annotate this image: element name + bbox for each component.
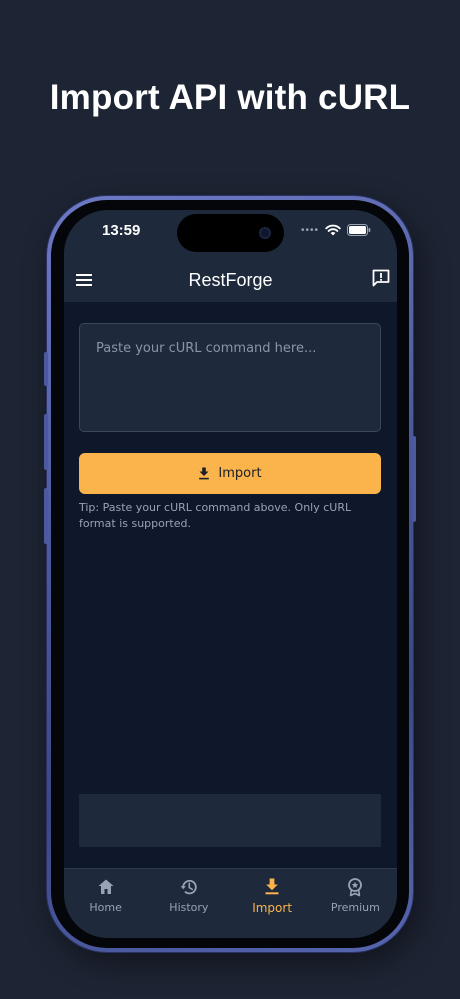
curl-input[interactable]: [79, 323, 381, 432]
signal-dots: ••••: [300, 224, 319, 236]
nav-item-premium[interactable]: Premium: [314, 869, 397, 938]
headline: Import API with cURL: [49, 78, 411, 117]
phone-screen: 13:59 •••• RestForge Paste your cURL com…: [64, 210, 397, 938]
silent-switch: [44, 352, 48, 386]
status-bar: 13:59 ••••: [64, 210, 397, 260]
import-button-label: Import: [218, 466, 262, 481]
nav-label-home: Home: [89, 901, 122, 914]
nav-item-history[interactable]: History: [147, 869, 230, 938]
power-button: [412, 436, 416, 522]
download-icon: [199, 467, 210, 480]
front-camera: [259, 227, 271, 239]
wifi-icon: [325, 224, 341, 236]
nav-label-history: History: [169, 901, 209, 914]
history-icon: [180, 879, 197, 895]
bottom-nav: Home History Import Premium: [64, 868, 397, 938]
battery-icon: [347, 224, 371, 236]
volume-down-button: [44, 488, 48, 544]
nav-label-premium: Premium: [330, 901, 380, 914]
app-title: RestForge: [188, 270, 273, 290]
ad-placeholder: [79, 794, 381, 847]
volume-up-button: [44, 414, 48, 470]
nav-item-import[interactable]: Import: [231, 869, 314, 938]
tip-text: Tip: Paste your cURL command above. Only…: [79, 501, 352, 530]
status-time: 13:59: [102, 222, 141, 239]
feedback-icon[interactable]: [371, 268, 391, 288]
premium-badge-icon: [348, 878, 363, 897]
import-button[interactable]: Import: [79, 453, 381, 494]
app-bar: RestForge: [64, 260, 397, 302]
download-icon: [265, 878, 279, 895]
home-icon: [98, 879, 114, 894]
nav-label-import: Import: [252, 901, 293, 915]
dynamic-island: [177, 214, 284, 252]
status-icons: ••••: [301, 224, 371, 236]
nav-item-home[interactable]: Home: [64, 869, 147, 938]
